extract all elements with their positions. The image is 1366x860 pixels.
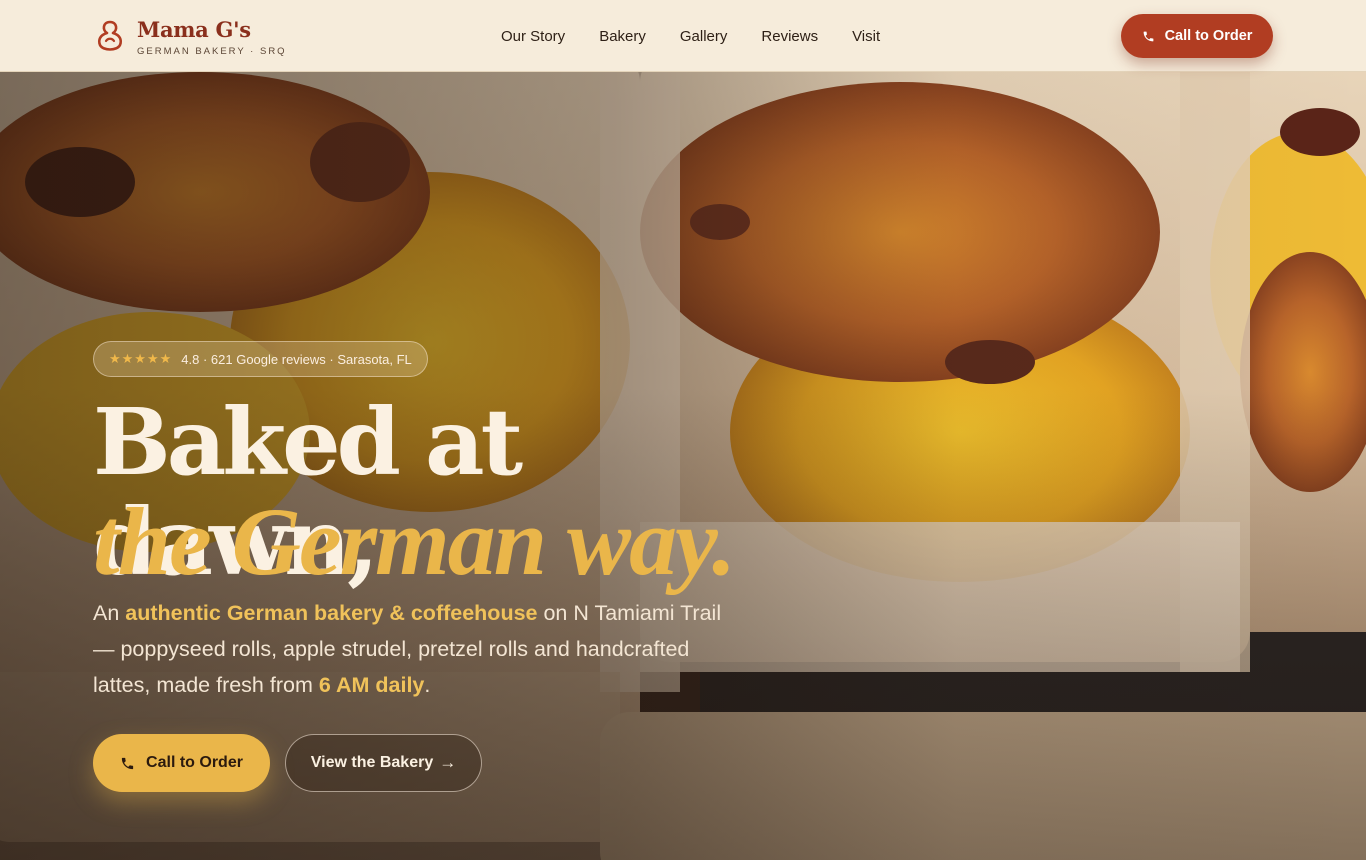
lede-highlight-bakery: authentic German bakery & coffeehouse — [125, 601, 538, 625]
brand-logo[interactable]: Mama G's GERMAN BAKERY · SRQ — [95, 18, 287, 57]
nav-item-our-story[interactable]: Our Story — [501, 28, 565, 45]
site-header: Mama G's GERMAN BAKERY · SRQ Our Story B… — [0, 0, 1366, 72]
brand-name: Mama G's — [137, 17, 251, 42]
rating-badge: ★★★★★ 4.8 · 621 Google reviews · Sarasot… — [93, 341, 428, 377]
phone-icon — [121, 757, 134, 769]
rating-text: 4.8 · 621 Google reviews · Sarasota, FL — [181, 351, 412, 367]
lede-part-1: An — [93, 601, 126, 625]
hero-primary-cta-label: Call to Order — [146, 754, 243, 771]
main-nav: Our Story Bakery Gallery Reviews Visit — [501, 0, 914, 72]
brand-tagline: GERMAN BAKERY · SRQ — [137, 46, 287, 57]
lede-highlight-hours: 6 AM daily — [318, 673, 425, 697]
hero-description: An authentic German bakery & coffeehouse… — [93, 595, 733, 703]
nav-item-gallery[interactable]: Gallery — [680, 28, 728, 45]
hero-headline-line-2: the German way. — [93, 488, 736, 595]
hero-section: ★★★★★ 4.8 · 621 Google reviews · Sarasot… — [0, 72, 1366, 860]
arrow-right-icon: → — [439, 753, 457, 772]
header-cta-label: Call to Order — [1164, 28, 1253, 44]
hero-secondary-cta-label: View the Bakery — [310, 754, 434, 771]
nav-item-visit[interactable]: Visit — [852, 28, 880, 45]
header-call-to-order-button[interactable]: Call to Order — [1121, 14, 1273, 58]
nav-item-reviews[interactable]: Reviews — [761, 28, 818, 45]
view-the-bakery-button[interactable]: View the Bakery → — [285, 734, 482, 792]
phone-icon — [1143, 31, 1153, 41]
five-stars-icon: ★★★★★ — [109, 351, 173, 366]
pretzel-icon — [97, 20, 123, 51]
lede-part-3: . — [424, 673, 431, 697]
nav-item-bakery[interactable]: Bakery — [599, 28, 646, 45]
hero-call-to-order-button[interactable]: Call to Order — [93, 734, 270, 792]
